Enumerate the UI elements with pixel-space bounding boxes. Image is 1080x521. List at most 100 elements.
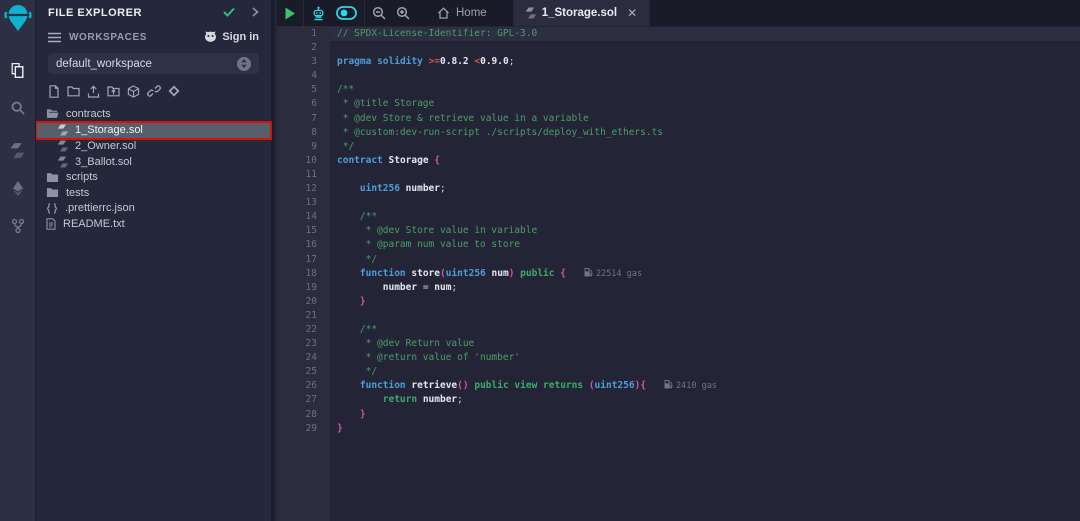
solidity-icon [58, 156, 68, 168]
file-explorer-icon[interactable] [0, 51, 36, 89]
code-line-22: /** [337, 323, 1080, 337]
new-file-icon[interactable] [48, 85, 60, 98]
line-number: 26 [277, 379, 330, 393]
line-number: 5 [277, 83, 330, 97]
tree-item-2-owner-sol[interactable]: 2_Owner.sol [36, 139, 271, 155]
braces-icon [46, 203, 58, 214]
file-name: 3_Ballot.sol [75, 156, 132, 168]
file-actions-toolbar [36, 74, 271, 101]
ai-toggle-icon[interactable] [336, 6, 357, 20]
code-line-18: function store(uint256 num) public {2251… [337, 267, 1080, 281]
line-number: 8 [277, 126, 330, 140]
search-icon[interactable] [0, 89, 36, 127]
line-number: 27 [277, 393, 330, 407]
line-number: 25 [277, 365, 330, 379]
link-icon[interactable] [147, 85, 161, 98]
zoom-in-icon[interactable] [396, 6, 410, 20]
code-line-13 [337, 196, 1080, 210]
deploy-run-icon[interactable] [0, 169, 36, 207]
code-line-24: * @return value of 'number' [337, 351, 1080, 365]
new-folder-icon[interactable] [67, 85, 80, 98]
tree-item-tests[interactable]: tests [36, 185, 271, 201]
code-line-29: } [337, 422, 1080, 436]
check-icon [223, 4, 235, 22]
file-tree: contracts1_Storage.sol2_Owner.sol 3_Ballo… [36, 106, 271, 232]
line-number: 11 [277, 168, 330, 182]
code-line-3: pragma solidity >=0.8.2 <0.9.0; [337, 55, 1080, 69]
code-line-15: * @dev Store value in variable [337, 224, 1080, 238]
tree-item-3-ballot-sol[interactable]: 3_Ballot.sol [36, 154, 271, 170]
tab-label: Home [456, 7, 487, 19]
activity-bar [0, 0, 36, 521]
tree-item-1-storage-sol[interactable]: 1_Storage.sol [36, 122, 271, 139]
solidity-compiler-icon[interactable] [0, 131, 36, 169]
tab-label: 1_Storage.sol [542, 7, 617, 19]
line-number: 24 [277, 351, 330, 365]
line-number: 14 [277, 210, 330, 224]
line-number: 19 [277, 281, 330, 295]
line-number: 29 [277, 422, 330, 436]
chevron-right-icon[interactable] [251, 4, 259, 22]
workspace-sort-icon [237, 57, 251, 71]
line-number: 6 [277, 97, 330, 111]
code-line-20: } [337, 295, 1080, 309]
line-number: 2 [277, 41, 330, 55]
upload-file-icon[interactable] [87, 85, 100, 98]
line-number: 23 [277, 337, 330, 351]
file-explorer-header: FILE EXPLORER [36, 0, 271, 26]
code-line-7: * @dev Store & retrieve value in a varia… [337, 112, 1080, 126]
tree-item-contracts[interactable]: contracts [36, 106, 271, 122]
code-line-10: contract Storage { [337, 154, 1080, 168]
tree-item-readme-txt[interactable]: README.txt [36, 216, 271, 232]
run-script-button[interactable] [284, 7, 296, 20]
upload-folder-icon[interactable] [107, 85, 120, 98]
code-line-12: uint256 number; [337, 182, 1080, 196]
cube-icon[interactable] [127, 85, 140, 98]
tab-1-storage-sol[interactable]: 1_Storage.sol ✕ [513, 0, 650, 26]
code-line-16: * @param num value to store [337, 238, 1080, 252]
sign-in-button[interactable]: Sign in [204, 31, 259, 43]
hamburger-menu-icon[interactable] [48, 32, 61, 43]
line-number: 20 [277, 295, 330, 309]
line-number: 13 [277, 196, 330, 210]
file-icon [46, 218, 56, 230]
line-number: 7 [277, 112, 330, 126]
code-editor[interactable]: 1234567891011121314151617181920212223242… [277, 26, 1080, 521]
code-line-19: number = num; [337, 281, 1080, 295]
gas-estimate-badge: 22514 gas [584, 269, 642, 279]
code-line-21 [337, 309, 1080, 323]
ai-assistant-icon[interactable] [311, 6, 326, 21]
panel-title: FILE EXPLORER [48, 7, 223, 19]
folder-icon [46, 187, 59, 198]
file-name: README.txt [63, 218, 125, 230]
code-line-26: function retrieve() public view returns … [337, 379, 1080, 393]
solidity-icon [58, 140, 68, 152]
plugin-manager-icon[interactable] [0, 207, 36, 245]
code-line-23: * @dev Return value [337, 337, 1080, 351]
code-line-6: * @title Storage [337, 97, 1080, 111]
editor-area: Home1_Storage.sol✕ 123456789101112131415… [277, 0, 1080, 521]
file-name: tests [66, 187, 89, 199]
code-line-14: /** [337, 210, 1080, 224]
code-line-1: // SPDX-License-Identifier: GPL-3.0 [337, 27, 1080, 41]
code-line-28: } [337, 408, 1080, 422]
github-icon [204, 31, 217, 43]
tabs-container: Home 1_Storage.sol ✕ [417, 0, 650, 26]
tree-item--prettierrc-json[interactable]: .prettierrc.json [36, 201, 271, 217]
workspace-selector[interactable]: default_workspace [48, 53, 259, 74]
code-content: // SPDX-License-Identifier: GPL-3.0 pragm… [337, 27, 1080, 436]
code-line-11 [337, 168, 1080, 182]
diamond-icon[interactable] [168, 85, 180, 98]
tree-item-scripts[interactable]: scripts [36, 170, 271, 186]
solidity-icon [526, 7, 536, 19]
line-number-gutter: 1234567891011121314151617181920212223242… [277, 26, 330, 521]
close-tab-icon[interactable]: ✕ [627, 6, 637, 20]
tab-home[interactable]: Home [425, 0, 499, 26]
file-name: 2_Owner.sol [75, 140, 136, 152]
workspace-name: default_workspace [56, 58, 152, 70]
file-explorer-panel: FILE EXPLORER WORKSPACES Sign in default… [36, 0, 274, 521]
line-number: 17 [277, 253, 330, 267]
zoom-out-icon[interactable] [372, 6, 386, 20]
line-number: 16 [277, 238, 330, 252]
remix-logo-icon[interactable] [3, 4, 33, 37]
